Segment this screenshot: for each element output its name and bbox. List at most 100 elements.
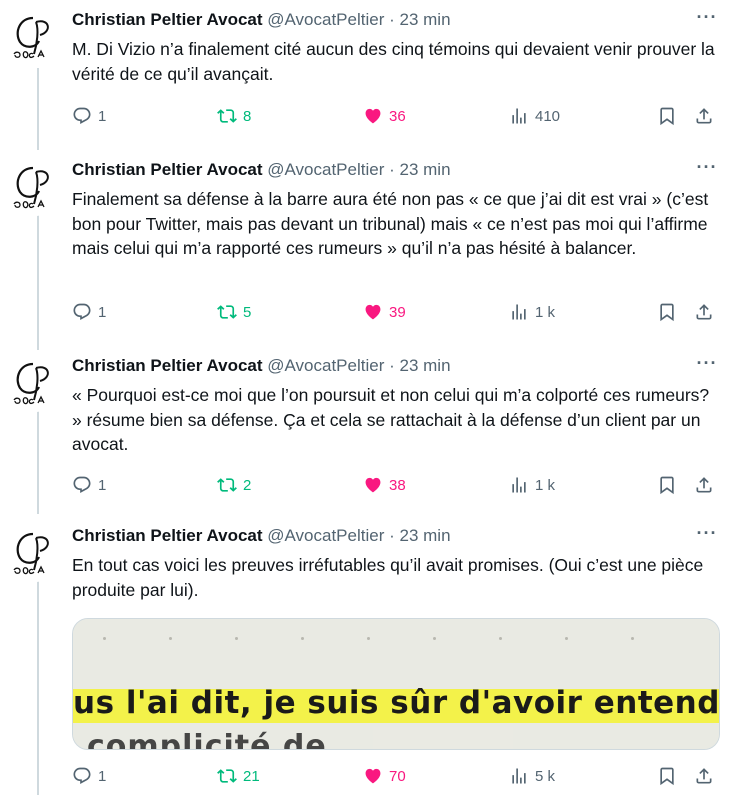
- avocat-logo-icon: [13, 362, 49, 405]
- views-count: 410: [535, 107, 561, 125]
- like-button[interactable]: 70: [363, 764, 406, 788]
- tweet-actions: 1 21 70 5 k: [72, 764, 722, 788]
- like-count: 39: [389, 303, 406, 321]
- views-button[interactable]: 1 k: [509, 473, 555, 497]
- author-handle[interactable]: @AvocatPeltier: [267, 10, 384, 29]
- retweet-icon: [217, 305, 237, 319]
- views-button[interactable]: 5 k: [509, 764, 555, 788]
- like-icon: [365, 304, 381, 320]
- timestamp[interactable]: 23 min: [400, 160, 451, 179]
- retweet-count: 5: [243, 303, 252, 321]
- bookmark-icon: [660, 303, 674, 322]
- timestamp[interactable]: 23 min: [400, 356, 451, 375]
- more-options-button[interactable]: ···: [694, 524, 720, 546]
- like-button[interactable]: 38: [363, 473, 406, 497]
- retweet-button[interactable]: 21: [217, 764, 260, 788]
- avatar[interactable]: [6, 354, 64, 412]
- avatar[interactable]: [6, 8, 64, 66]
- retweet-button[interactable]: 2: [217, 473, 251, 497]
- retweet-icon: [217, 478, 237, 492]
- tweet-actions: 1 2 38 1 k: [72, 473, 722, 497]
- tweet-text: M. Di Vizio n’a finalement cité aucun de…: [72, 39, 715, 84]
- more-options-button[interactable]: ···: [694, 8, 720, 30]
- retweet-icon: [217, 769, 237, 783]
- views-button[interactable]: 410: [509, 104, 560, 128]
- reply-count: 1: [98, 303, 107, 321]
- like-button[interactable]: 36: [363, 104, 406, 128]
- document-highlighted-text: us l'ai dit, je suis sûr d'avoir entendu: [73, 685, 720, 721]
- author-name[interactable]: Christian Peltier Avocat: [72, 160, 263, 179]
- author-handle[interactable]: @AvocatPeltier: [267, 526, 384, 545]
- views-count: 1 k: [535, 303, 556, 321]
- share-icon: [696, 304, 712, 320]
- retweet-count: 21: [243, 767, 260, 785]
- more-icon: ···: [696, 157, 718, 177]
- separator: ·: [389, 160, 395, 179]
- retweet-button[interactable]: 5: [217, 300, 251, 324]
- more-icon: ···: [696, 353, 718, 373]
- reply-icon: [73, 476, 91, 493]
- tweet-actions: 1 8 36 410: [72, 104, 722, 128]
- bookmark-button[interactable]: [657, 104, 683, 128]
- reply-count: 1: [98, 476, 107, 494]
- bookmark-icon: [660, 476, 674, 495]
- author-name[interactable]: Christian Peltier Avocat: [72, 356, 263, 375]
- share-button[interactable]: [694, 764, 720, 788]
- retweet-button[interactable]: 8: [217, 104, 251, 128]
- paper-holes: [103, 627, 719, 640]
- reply-button[interactable]: 1: [72, 300, 106, 324]
- author-name[interactable]: Christian Peltier Avocat: [72, 10, 263, 29]
- views-count: 1 k: [535, 476, 556, 494]
- tweet[interactable]: Christian Peltier Avocat @AvocatPeltier …: [0, 346, 736, 516]
- reply-count: 1: [98, 107, 107, 125]
- tweet-text: En tout cas voici les preuves irréfutabl…: [72, 555, 704, 600]
- like-count: 70: [389, 767, 406, 785]
- author-handle[interactable]: @AvocatPeltier: [267, 356, 384, 375]
- avatar[interactable]: [6, 524, 64, 582]
- reply-button[interactable]: 1: [72, 473, 106, 497]
- avatar[interactable]: [6, 158, 64, 216]
- like-count: 38: [389, 476, 406, 494]
- more-options-button[interactable]: ···: [694, 354, 720, 376]
- reply-count: 1: [98, 767, 107, 785]
- like-icon: [365, 477, 381, 493]
- views-icon: [512, 768, 526, 784]
- share-button[interactable]: [694, 473, 720, 497]
- bookmark-button[interactable]: [657, 473, 683, 497]
- share-icon: [696, 108, 712, 124]
- bookmark-button[interactable]: [657, 764, 683, 788]
- tweet-actions: 1 5 39 1 k: [72, 300, 722, 324]
- tweet[interactable]: Christian Peltier Avocat @AvocatPeltier …: [0, 0, 736, 150]
- share-button[interactable]: [694, 104, 720, 128]
- share-icon: [696, 477, 712, 493]
- tweet-media-image[interactable]: us l'ai dit, je suis sûr d'avoir entendu…: [72, 618, 720, 750]
- tweet-text: Finalement sa défense à la barre aura ét…: [72, 189, 709, 258]
- retweet-count: 2: [243, 476, 252, 494]
- reply-icon: [73, 767, 91, 784]
- views-button[interactable]: 1 k: [509, 300, 555, 324]
- more-icon: ···: [696, 523, 718, 543]
- more-options-button[interactable]: ···: [694, 158, 720, 180]
- retweet-count: 8: [243, 107, 252, 125]
- separator: ·: [389, 526, 395, 545]
- timestamp[interactable]: 23 min: [400, 526, 451, 545]
- views-icon: [512, 477, 526, 493]
- like-button[interactable]: 39: [363, 300, 406, 324]
- blurred-area: [373, 727, 513, 749]
- tweet[interactable]: Christian Peltier Avocat @AvocatPeltier …: [0, 150, 736, 346]
- reply-button[interactable]: 1: [72, 764, 106, 788]
- author-name[interactable]: Christian Peltier Avocat: [72, 526, 263, 545]
- avocat-logo-icon: [13, 166, 49, 209]
- author-handle[interactable]: @AvocatPeltier: [267, 160, 384, 179]
- separator: ·: [389, 10, 395, 29]
- reply-button[interactable]: 1: [72, 104, 106, 128]
- tweet-text: « Pourquoi est-ce moi que l’on poursuit …: [72, 385, 710, 454]
- reply-icon: [73, 107, 91, 124]
- timestamp[interactable]: 23 min: [400, 10, 451, 29]
- share-button[interactable]: [694, 300, 720, 324]
- bookmark-button[interactable]: [657, 300, 683, 324]
- tweet-header: Christian Peltier Avocat @AvocatPeltier …: [72, 10, 451, 30]
- avocat-logo-icon: [13, 16, 49, 59]
- tweet-header: Christian Peltier Avocat @AvocatPeltier …: [72, 160, 451, 180]
- share-icon: [696, 768, 712, 784]
